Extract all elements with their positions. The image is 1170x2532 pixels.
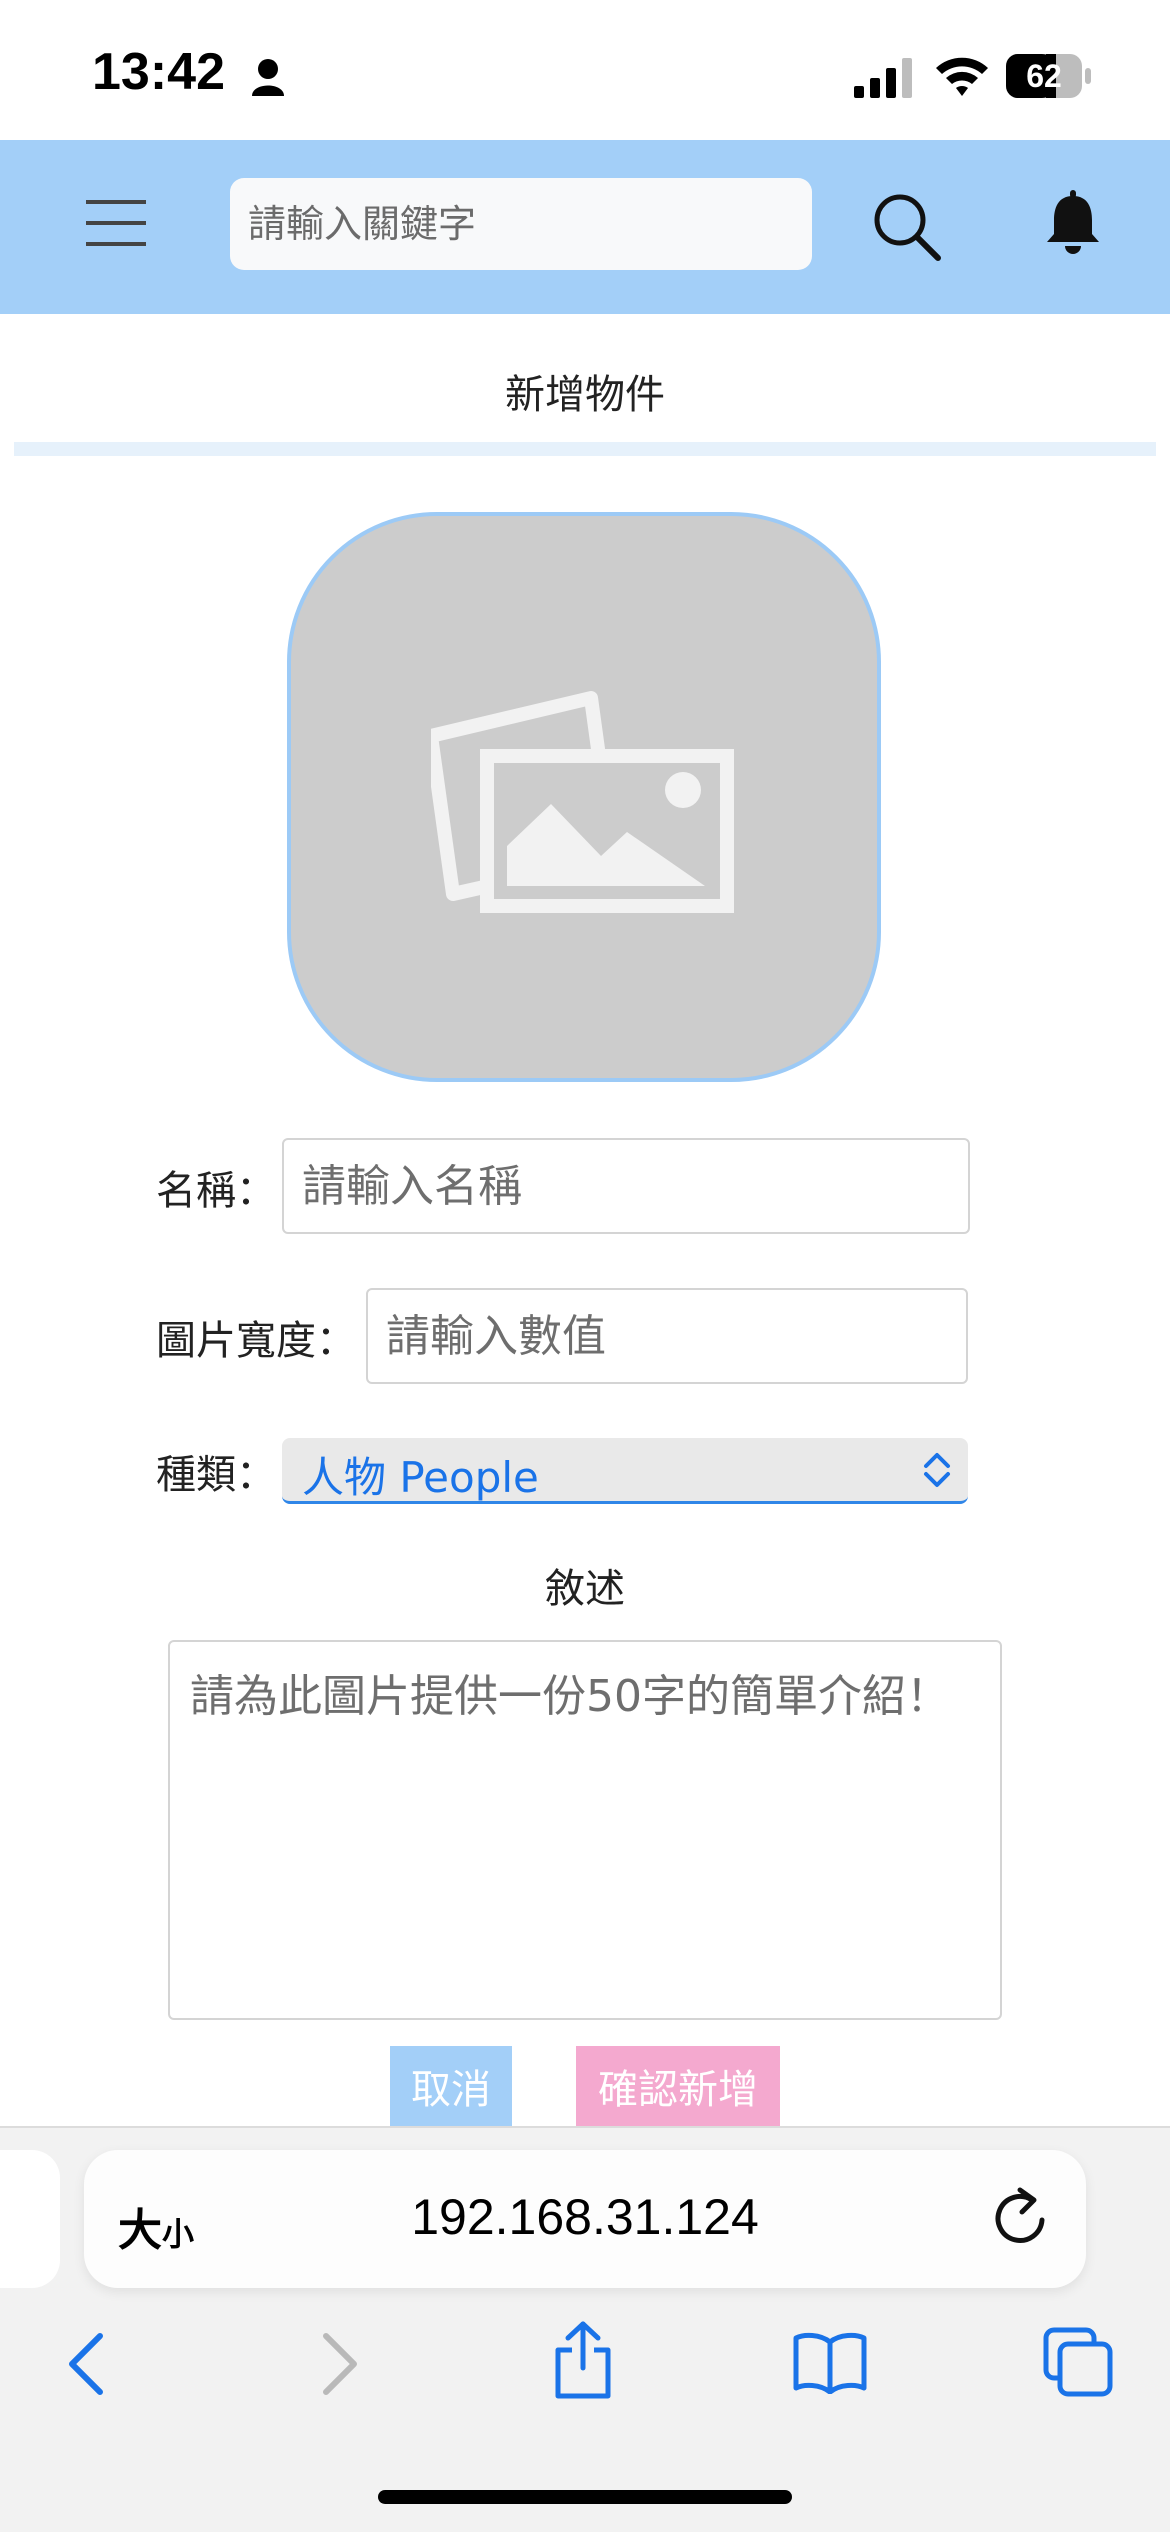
search-icon[interactable] [872, 192, 942, 262]
name-label: 名稱： [156, 1168, 276, 1214]
home-indicator [378, 2490, 792, 2504]
cellular-signal-icon [854, 58, 912, 98]
share-icon[interactable] [552, 2320, 614, 2400]
wifi-icon [936, 57, 988, 96]
tabs-icon[interactable] [1042, 2326, 1114, 2398]
confirm-add-button[interactable]: 確認新增 [576, 2046, 780, 2126]
battery-level: 62 [1026, 58, 1062, 94]
cancel-button[interactable]: 取消 [390, 2046, 512, 2126]
type-select-value: 人物 People [302, 1453, 539, 1502]
bookmarks-icon[interactable] [792, 2330, 868, 2394]
hamburger-menu-icon[interactable] [86, 198, 146, 248]
description-textarea[interactable] [170, 1642, 1000, 2018]
select-chevron-icon [924, 1453, 950, 1487]
description-label: 敘述 [545, 1566, 625, 1612]
width-field[interactable] [366, 1288, 968, 1384]
name-field[interactable] [282, 1138, 970, 1234]
page-title: 新增物件 [505, 372, 665, 418]
width-label: 圖片寬度： [156, 1318, 356, 1364]
type-select[interactable]: 人物 People [282, 1438, 968, 1504]
search-input[interactable] [230, 178, 812, 270]
back-arrow-icon[interactable] [66, 2332, 106, 2396]
type-label: 種類： [156, 1452, 276, 1498]
battery-icon: 62 [1006, 54, 1091, 98]
name-input[interactable] [284, 1140, 968, 1232]
notification-bell-icon[interactable] [1044, 190, 1102, 256]
width-input[interactable] [368, 1290, 966, 1382]
description-field[interactable] [168, 1640, 1002, 2020]
person-icon [252, 59, 284, 96]
status-time: 13:42 [92, 43, 225, 101]
search-field[interactable] [230, 178, 812, 270]
image-upload-area[interactable] [287, 512, 881, 1082]
title-divider [14, 442, 1156, 456]
image-placeholder-icon [431, 691, 734, 913]
forward-arrow-icon[interactable] [320, 2332, 360, 2396]
reload-icon[interactable] [992, 2186, 1048, 2246]
